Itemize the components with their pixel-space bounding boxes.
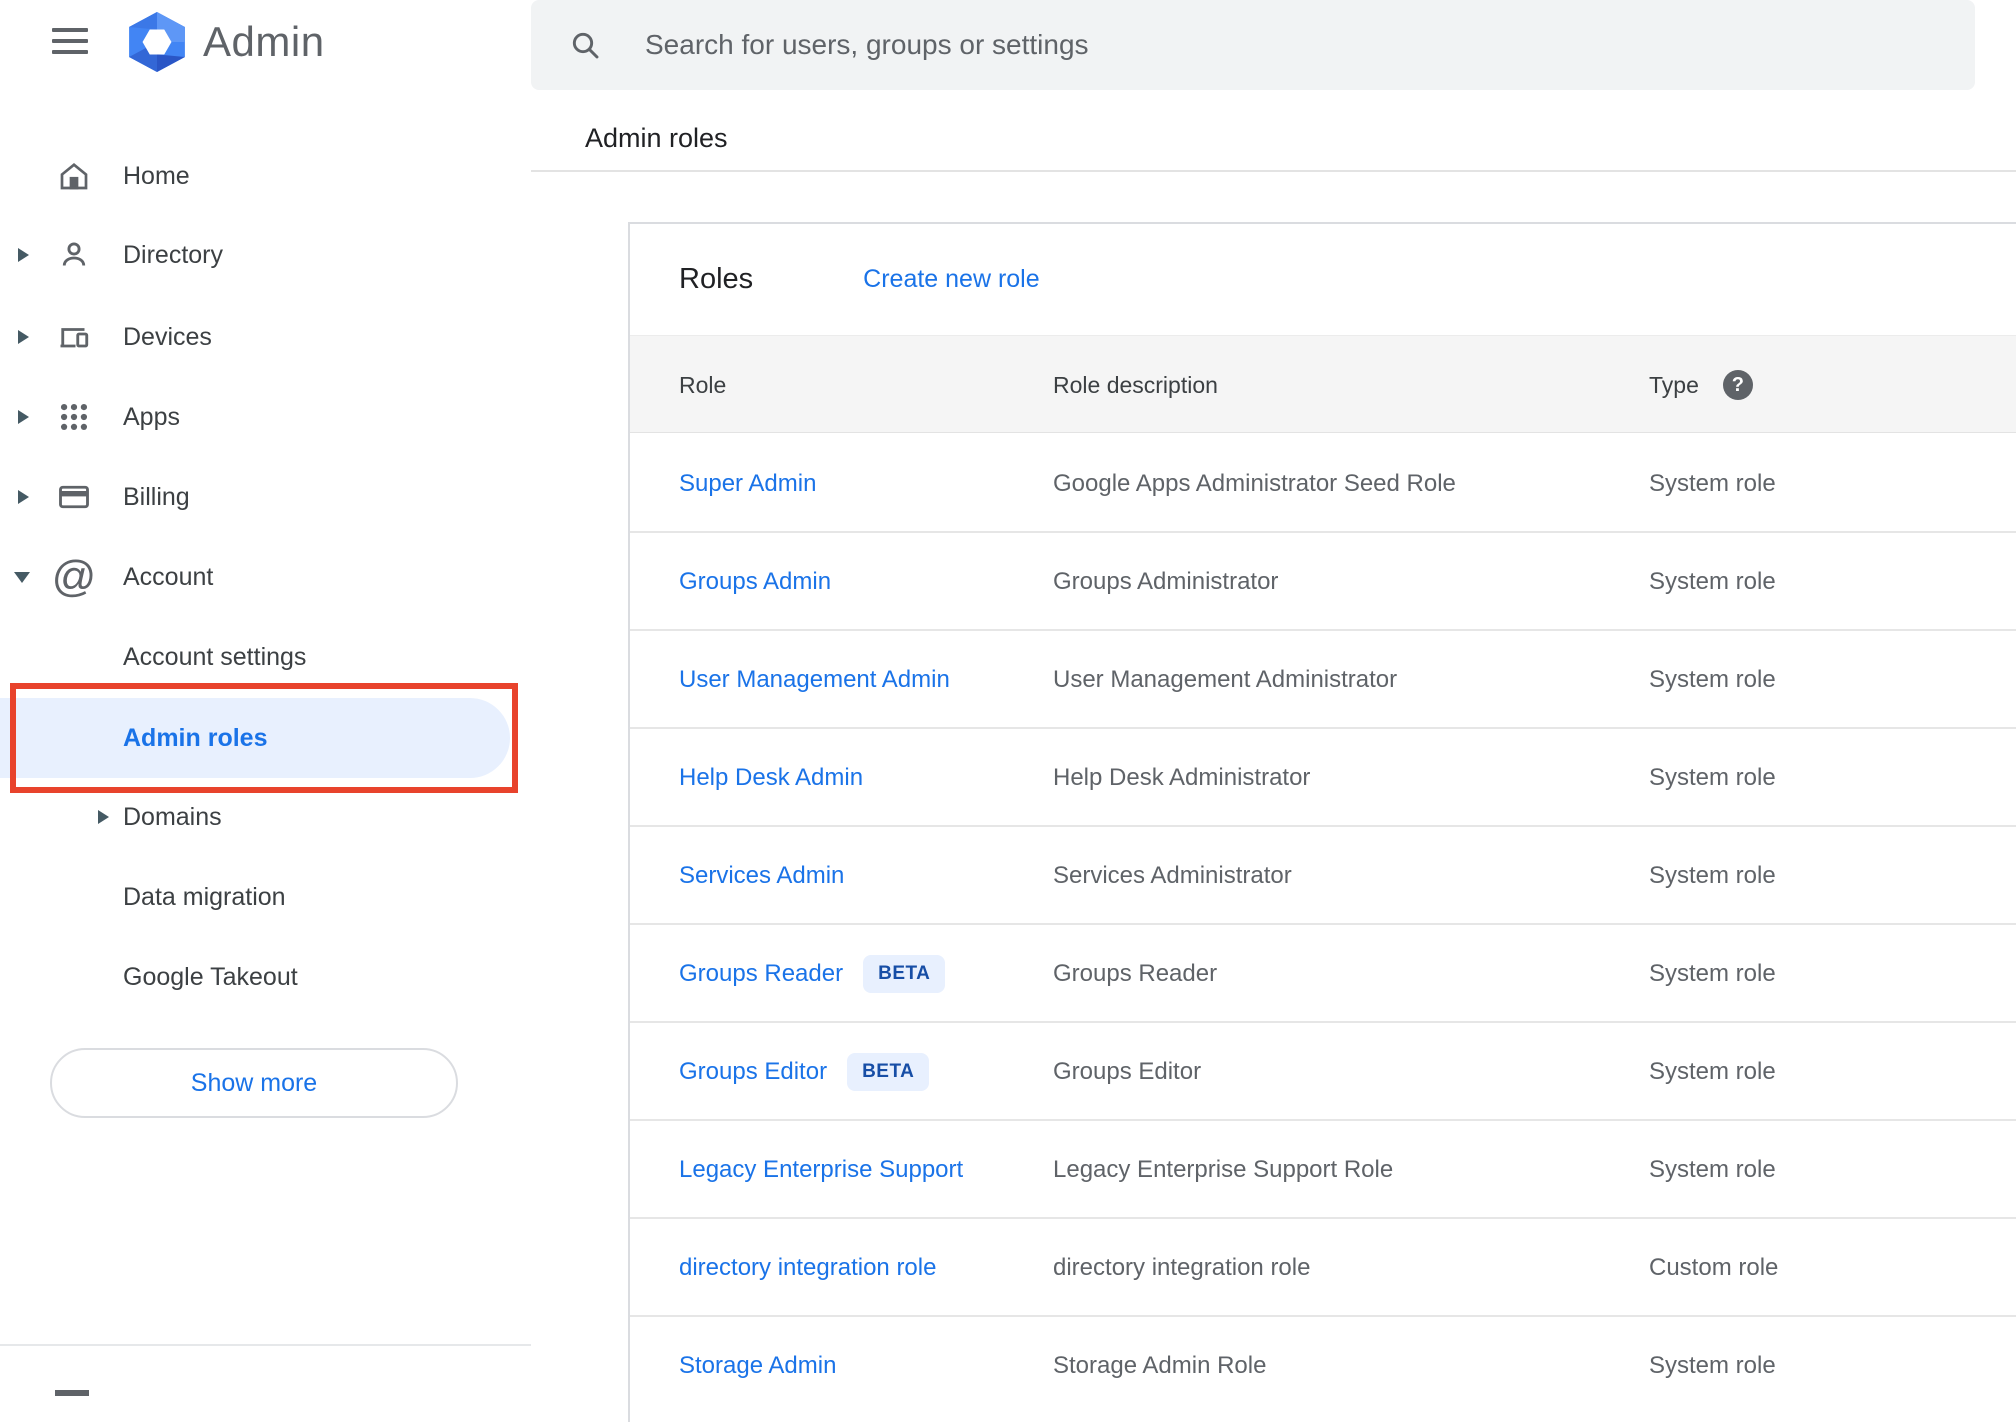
beta-badge: BETA — [847, 1053, 930, 1091]
table-row: User Management Admin User Management Ad… — [630, 631, 2016, 729]
sidebar-item-google-takeout[interactable]: Google Takeout — [0, 937, 531, 1017]
partial-icon — [55, 1390, 89, 1396]
role-description: Storage Admin Role — [1053, 1352, 1267, 1379]
table-row: Super Admin Google Apps Administrator Se… — [630, 435, 2016, 533]
directory-icon — [55, 236, 93, 274]
role-type: System role — [1649, 1058, 1776, 1085]
sidebar-item-billing[interactable]: Billing — [0, 457, 531, 537]
role-description: Help Desk Administrator — [1053, 764, 1311, 791]
role-type: System role — [1649, 1352, 1776, 1379]
breadcrumb-divider — [531, 170, 2016, 172]
role-type: System role — [1649, 470, 1776, 497]
sidebar-item-data-migration[interactable]: Data migration — [0, 857, 531, 937]
role-link[interactable]: Services Admin — [679, 862, 844, 890]
role-description: directory integration role — [1053, 1254, 1311, 1281]
table-row: Legacy Enterprise Support Legacy Enterpr… — [630, 1121, 2016, 1219]
table-row: directory integration role directory int… — [630, 1219, 2016, 1317]
help-icon[interactable]: ? — [1722, 370, 1753, 400]
table-row: Help Desk Admin Help Desk Administrator … — [630, 729, 2016, 827]
account-icon: @ — [51, 552, 97, 601]
role-link[interactable]: Storage Admin — [679, 1352, 836, 1380]
expand-arrow-icon[interactable] — [18, 410, 29, 424]
expand-arrow-icon[interactable] — [98, 810, 109, 824]
search-icon — [572, 32, 599, 59]
expand-arrow-icon[interactable] — [18, 490, 29, 504]
column-header-role-description: Role description — [1053, 371, 1218, 398]
sidebar-item-directory[interactable]: Directory — [0, 215, 531, 295]
table-row: Groups Admin Groups Administrator System… — [630, 533, 2016, 631]
role-description: Groups Administrator — [1053, 568, 1279, 595]
expand-arrow-icon[interactable] — [18, 330, 29, 344]
role-type: System role — [1649, 1156, 1776, 1183]
sidebar-item-admin-roles[interactable]: Admin roles — [0, 698, 531, 778]
table-header-row: Role Role description Type ? — [630, 335, 2016, 433]
role-link[interactable]: Help Desk Admin — [679, 764, 863, 792]
sidebar-item-account[interactable]: @ Account — [0, 537, 531, 617]
role-description: Groups Editor — [1053, 1058, 1202, 1085]
billing-icon — [55, 478, 93, 516]
search-bar[interactable] — [531, 0, 1975, 90]
role-description: Google Apps Administrator Seed Role — [1053, 470, 1456, 497]
role-link[interactable]: Groups Editor — [679, 1058, 827, 1086]
role-type: System role — [1649, 960, 1776, 987]
sidebar-item-account-settings[interactable]: Account settings — [0, 617, 531, 697]
home-icon — [55, 157, 93, 195]
roles-card: Roles Create new role Role Role descript… — [628, 222, 2016, 1422]
card-title: Roles — [679, 263, 754, 295]
create-new-role-link[interactable]: Create new role — [863, 265, 1039, 294]
devices-icon — [55, 318, 93, 356]
role-description: Groups Reader — [1053, 960, 1218, 987]
role-type: System role — [1649, 666, 1776, 693]
collapse-arrow-icon[interactable] — [14, 571, 30, 583]
sidebar-item-apps[interactable]: Apps — [0, 377, 531, 457]
role-type: System role — [1649, 862, 1776, 889]
role-link[interactable]: directory integration role — [679, 1254, 936, 1282]
role-description: Services Administrator — [1053, 862, 1292, 889]
role-link[interactable]: Groups Admin — [679, 568, 831, 596]
role-type: System role — [1649, 568, 1776, 595]
table-row: Groups Editor BETA Groups Editor System … — [630, 1023, 2016, 1121]
admin-logo-icon — [126, 11, 188, 73]
role-description: User Management Administrator — [1053, 666, 1398, 693]
sidebar-item-domains[interactable]: Domains — [0, 777, 531, 857]
sidebar-divider — [0, 1344, 531, 1346]
table-row: Services Admin Services Administrator Sy… — [630, 827, 2016, 925]
table-row: Storage Admin Storage Admin Role System … — [630, 1317, 2016, 1415]
hamburger-menu-icon[interactable] — [52, 28, 88, 56]
beta-badge: BETA — [863, 955, 946, 993]
apps-icon — [55, 398, 93, 436]
breadcrumb: Admin roles — [585, 123, 728, 153]
role-link[interactable]: Legacy Enterprise Support — [679, 1156, 963, 1184]
role-link[interactable]: Groups Reader — [679, 960, 843, 988]
table-row: Groups Reader BETA Groups Reader System … — [630, 925, 2016, 1023]
sidebar-item-home[interactable]: Home — [0, 136, 531, 216]
role-type: Custom role — [1649, 1254, 1779, 1281]
show-more-button[interactable]: Show more — [50, 1048, 458, 1118]
role-type: System role — [1649, 764, 1776, 791]
expand-arrow-icon[interactable] — [18, 248, 29, 262]
role-description: Legacy Enterprise Support Role — [1053, 1156, 1394, 1183]
app-title: Admin — [203, 18, 325, 65]
column-header-type: Type ? — [1649, 336, 1753, 434]
role-link[interactable]: User Management Admin — [679, 666, 950, 694]
sidebar-item-devices[interactable]: Devices — [0, 297, 531, 377]
search-input[interactable] — [645, 29, 1845, 61]
column-header-role: Role — [679, 371, 727, 398]
role-link[interactable]: Super Admin — [679, 470, 816, 498]
